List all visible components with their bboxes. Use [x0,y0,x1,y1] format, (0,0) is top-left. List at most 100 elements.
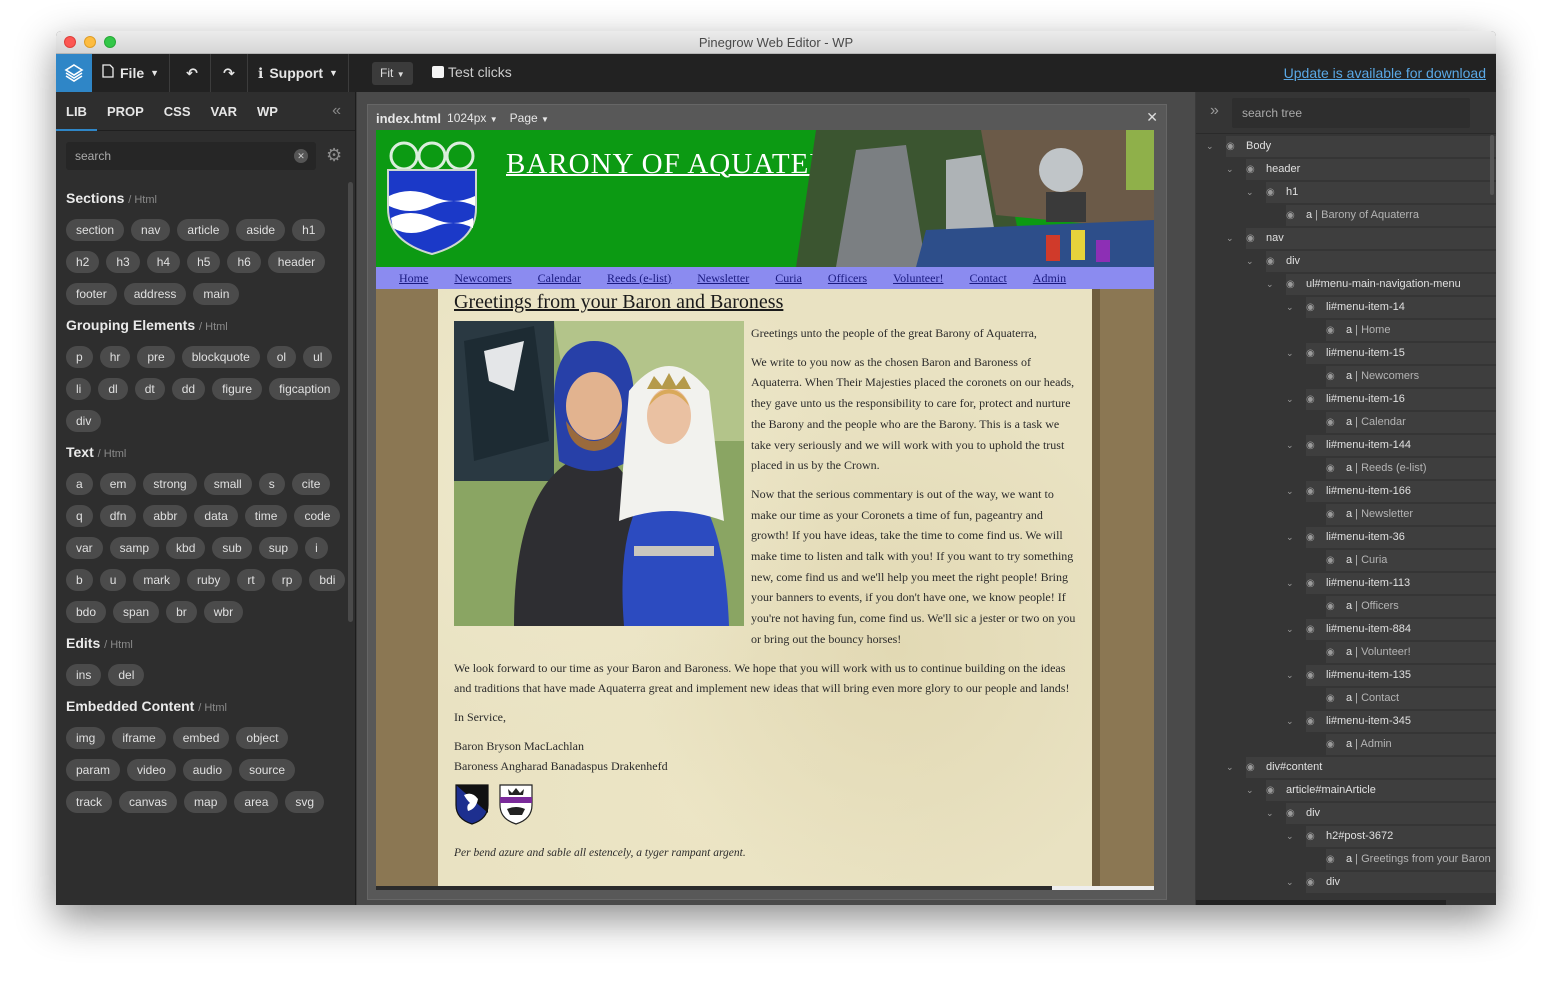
file-menu-button[interactable]: File ▼ [92,54,171,92]
library-element-chip[interactable]: div [66,410,102,432]
tree-node[interactable]: ◉ a | Reeds (e-list) [1196,457,1496,480]
tree-node[interactable]: ⌄ ◉ div#content [1196,756,1496,779]
chevron-down-icon[interactable]: ⌄ [1286,664,1294,687]
window-minimize-button[interactable] [84,36,96,48]
eye-icon[interactable]: ◉ [1326,365,1335,388]
clear-search-icon[interactable]: ✕ [294,149,308,163]
page-file-name[interactable]: index.html [376,111,441,126]
tree-node[interactable]: ◉ a | Contact [1196,687,1496,710]
eye-icon[interactable]: ◉ [1306,664,1315,687]
eye-icon[interactable]: ◉ [1326,641,1335,664]
site-nav-link[interactable]: Contact [969,271,1006,286]
eye-icon[interactable]: ◉ [1326,411,1335,434]
chevron-down-icon[interactable]: ⌄ [1286,618,1294,641]
eye-icon[interactable]: ◉ [1306,618,1315,641]
library-element-chip[interactable]: samp [109,537,160,559]
eye-icon[interactable]: ◉ [1286,204,1295,227]
double-chevron-left-icon[interactable]: « [332,102,341,120]
library-element-chip[interactable]: track [66,791,113,813]
library-element-chip[interactable]: data [194,505,238,527]
eye-icon[interactable]: ◉ [1246,158,1255,181]
tree-node[interactable]: ◉ a | Barony of Aquaterra [1196,204,1496,227]
chevron-down-icon[interactable]: ⌄ [1246,779,1254,802]
eye-icon[interactable]: ◉ [1246,756,1255,779]
library-element-chip[interactable]: figcaption [269,378,341,400]
tab-lib[interactable]: LIB [56,92,97,131]
eye-icon[interactable]: ◉ [1286,802,1295,825]
eye-icon[interactable]: ◉ [1326,503,1335,526]
tree-node[interactable]: ⌄ ◉ li#menu-item-16 [1196,388,1496,411]
update-download-link[interactable]: Update is available for download [1284,65,1486,81]
library-element-chip[interactable]: var [66,537,103,559]
site-nav-link[interactable]: Newsletter [697,271,749,286]
chevron-down-icon[interactable]: ⌄ [1286,342,1294,365]
library-element-chip[interactable]: ol [266,346,297,368]
library-element-chip[interactable]: pre [137,346,175,368]
library-element-chip[interactable]: strong [143,473,197,495]
gear-icon[interactable]: ⚙ [326,145,342,166]
library-element-chip[interactable]: object [236,727,289,749]
library-element-chip[interactable]: sup [258,537,299,559]
eye-icon[interactable]: ◉ [1306,296,1315,319]
tree-node[interactable]: ⌄ ◉ li#menu-item-135 [1196,664,1496,687]
tree-scrollbar[interactable] [1490,135,1494,195]
library-element-chip[interactable]: ul [303,346,333,368]
library-section-title[interactable]: Grouping Elements / Html [66,317,348,335]
post-title[interactable]: Greetings from your Baron and Baroness [454,291,783,314]
test-clicks-toggle[interactable]: Test clicks [432,64,512,80]
eye-icon[interactable]: ◉ [1306,825,1315,848]
tree-node[interactable]: ◉ a | Officers [1196,595,1496,618]
tree-node[interactable]: ⌄ ◉ li#menu-item-15 [1196,342,1496,365]
site-nav-link[interactable]: Home [399,271,428,286]
tree-node[interactable]: ⌄ ◉ div [1196,802,1496,825]
library-section-title[interactable]: Edits / Html [66,635,348,653]
chevron-down-icon[interactable]: ⌄ [1226,158,1234,181]
library-element-chip[interactable]: code [294,505,341,527]
library-element-chip[interactable]: area [234,791,279,813]
library-element-chip[interactable]: dt [134,378,165,400]
tree-node[interactable]: ⌄ ◉ h1 [1196,181,1496,204]
tree-node[interactable]: ◉ a | Admin [1196,733,1496,756]
tree-node[interactable]: ⌄ ◉ li#menu-item-345 [1196,710,1496,733]
eye-icon[interactable]: ◉ [1326,319,1335,342]
eye-icon[interactable]: ◉ [1326,848,1335,871]
chevron-down-icon[interactable]: ⌄ [1246,181,1254,204]
library-section-title[interactable]: Text / Html [66,444,348,462]
redo-button[interactable]: ↷ [211,54,248,92]
library-element-chip[interactable]: nav [131,219,171,241]
library-element-chip[interactable]: main [193,283,240,305]
chevron-down-icon[interactable]: ⌄ [1286,710,1294,733]
tree-node[interactable]: ⌄ ◉ Body [1196,135,1496,158]
fit-zoom-dropdown[interactable]: Fit ▼ [372,62,413,85]
tree-node[interactable]: ⌄ ◉ article#mainArticle [1196,779,1496,802]
page-menu-dropdown[interactable]: Page ▼ [510,111,549,125]
chevron-down-icon[interactable]: ⌄ [1286,434,1294,457]
library-element-chip[interactable]: ins [66,664,102,686]
eye-icon[interactable]: ◉ [1306,572,1315,595]
tree-node[interactable]: ⌄ ◉ li#menu-item-166 [1196,480,1496,503]
eye-icon[interactable]: ◉ [1306,342,1315,365]
close-icon[interactable]: ✕ [1146,109,1158,126]
eye-icon[interactable]: ◉ [1266,250,1275,273]
library-element-chip[interactable]: figure [212,378,263,400]
tree-node[interactable]: ◉ a | Curia [1196,549,1496,572]
library-element-chip[interactable]: param [66,759,121,781]
library-element-chip[interactable]: bdi [309,569,346,591]
library-element-chip[interactable]: address [123,283,187,305]
eye-icon[interactable]: ◉ [1326,687,1335,710]
eye-icon[interactable]: ◉ [1306,388,1315,411]
tree-node[interactable]: ⌄ ◉ header [1196,158,1496,181]
tree-node[interactable]: ⌄ ◉ li#menu-item-144 [1196,434,1496,457]
eye-icon[interactable]: ◉ [1266,779,1275,802]
chevron-down-icon[interactable]: ⌄ [1286,572,1294,595]
library-element-chip[interactable]: del [108,664,145,686]
library-element-chip[interactable]: dl [98,378,128,400]
chevron-down-icon[interactable]: ⌄ [1286,526,1294,549]
library-element-chip[interactable]: h5 [187,251,221,273]
library-element-chip[interactable]: u [99,569,127,591]
page-width-dropdown[interactable]: 1024px ▼ [447,111,498,125]
tree-node[interactable]: ◉ a | Volunteer! [1196,641,1496,664]
tree-node[interactable]: ◉ a | Home [1196,319,1496,342]
library-element-chip[interactable]: video [127,759,176,781]
tree-node[interactable]: ⌄ ◉ li#menu-item-14 [1196,296,1496,319]
